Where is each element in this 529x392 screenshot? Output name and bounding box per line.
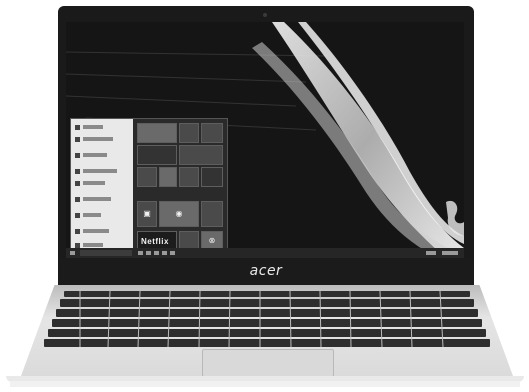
taskbar-app-icon[interactable] [154, 251, 159, 255]
live-tile[interactable] [179, 145, 223, 165]
app-list-icon [75, 181, 80, 186]
taskbar-search-box[interactable] [80, 250, 132, 256]
touchpad [202, 349, 334, 377]
store-icon: ▣ [143, 209, 151, 218]
live-tile[interactable]: ◉ [159, 201, 199, 227]
taskbar-app-icon[interactable] [146, 251, 151, 255]
laptop-lid: ▣ ◉ Netflix ⊗ [58, 6, 474, 276]
live-tile[interactable] [137, 167, 157, 187]
laptop-base [20, 285, 514, 379]
app-list-item[interactable] [83, 153, 107, 157]
netflix-label: Netflix [141, 237, 169, 246]
app-list-icon [75, 213, 80, 218]
app-icon: ◉ [175, 209, 183, 218]
laptop-photo: ▣ ◉ Netflix ⊗ acer [0, 0, 529, 392]
app-list-item[interactable] [83, 169, 117, 173]
windows-start-icon[interactable] [70, 251, 75, 255]
laptop-screen: ▣ ◉ Netflix ⊗ [66, 22, 464, 258]
system-tray[interactable] [426, 251, 436, 255]
app-list-item[interactable] [83, 229, 109, 233]
taskbar-clock[interactable] [442, 251, 458, 255]
app-list-item[interactable] [83, 243, 103, 247]
xbox-icon: ⊗ [208, 236, 216, 245]
start-menu-tiles: ▣ ◉ Netflix ⊗ [137, 123, 225, 251]
app-list-item[interactable] [83, 181, 105, 185]
brand-logo: acer [249, 263, 283, 279]
app-list-icon [75, 137, 80, 142]
taskbar-app-icon[interactable] [170, 251, 175, 255]
live-tile[interactable]: ▣ [137, 201, 157, 227]
taskbar-app-icon[interactable] [138, 251, 143, 255]
app-list-icon [75, 197, 80, 202]
taskbar [66, 248, 464, 258]
live-tile[interactable] [201, 123, 223, 143]
start-menu[interactable]: ▣ ◉ Netflix ⊗ [70, 118, 228, 256]
live-tile[interactable] [159, 167, 177, 187]
taskbar-app-icon[interactable] [162, 251, 167, 255]
start-menu-app-list[interactable] [71, 119, 133, 255]
app-list-item[interactable] [83, 125, 103, 129]
laptop-shadow [10, 381, 520, 387]
app-list-icon [75, 169, 80, 174]
live-tile[interactable] [137, 123, 177, 143]
app-list-icon [75, 125, 80, 130]
app-list-item[interactable] [83, 213, 101, 217]
live-tile[interactable] [201, 201, 223, 227]
webcam [263, 13, 267, 17]
live-tile[interactable] [201, 167, 223, 187]
live-tile[interactable] [179, 167, 199, 187]
live-tile[interactable] [137, 145, 177, 165]
app-list-item[interactable] [83, 137, 113, 141]
laptop-hinge: acer [58, 259, 474, 287]
app-list-item[interactable] [83, 197, 111, 201]
app-list-icon [75, 153, 80, 158]
app-list-icon [75, 229, 80, 234]
live-tile[interactable] [179, 123, 199, 143]
